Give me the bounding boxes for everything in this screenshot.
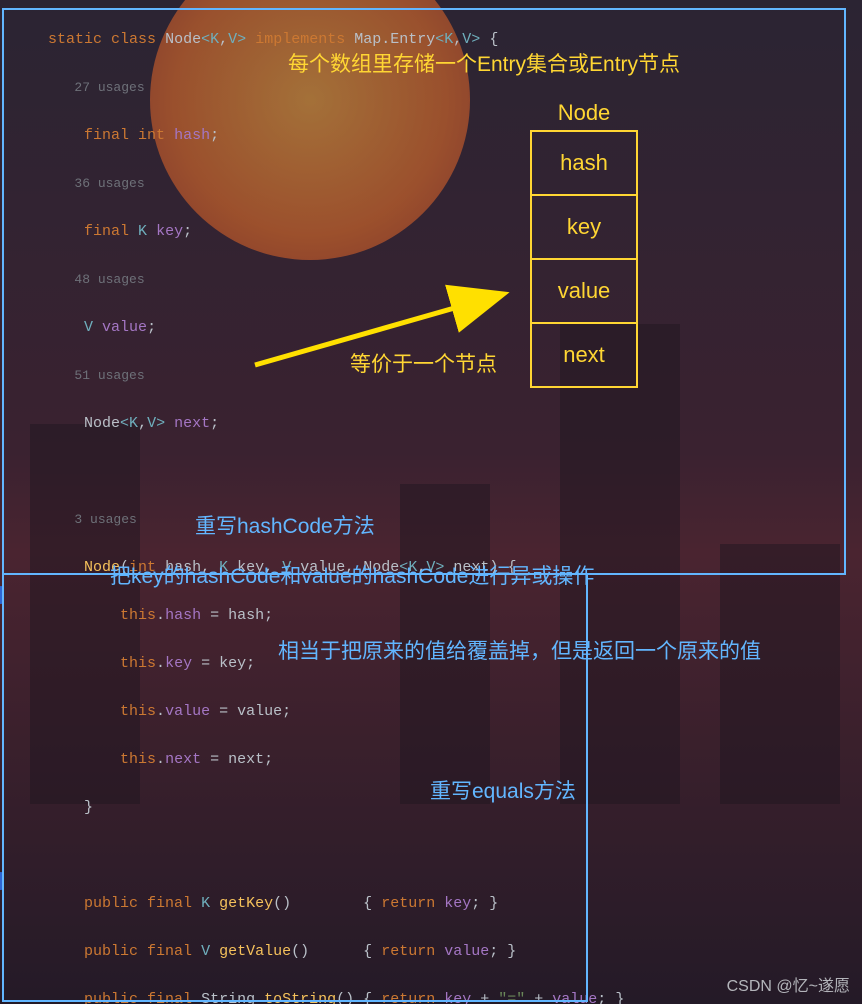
node-cell-key: key bbox=[531, 195, 637, 259]
usages-hint[interactable]: 36 usages bbox=[12, 172, 862, 196]
code-line: public final K getKey() { return key; } bbox=[12, 892, 862, 916]
annotation-equals: 重写equals方法 bbox=[430, 775, 576, 805]
node-struct-diagram: Node hash key value next bbox=[530, 100, 638, 388]
code-editor[interactable]: static class Node<K,V> implements Map.En… bbox=[0, 0, 862, 1004]
node-cell-next: next bbox=[531, 323, 637, 387]
usages-hint[interactable]: 3 usages bbox=[12, 508, 862, 532]
node-title: Node bbox=[530, 100, 638, 126]
annotation-equiv: 等价于一个节点 bbox=[350, 348, 497, 378]
annotation-hashcode: 重写hashCode方法 bbox=[195, 510, 375, 540]
code-line: V value; bbox=[12, 316, 862, 340]
code-line: this.hash = hash; bbox=[12, 604, 862, 628]
code-line: final K key; bbox=[12, 220, 862, 244]
annotation-top: 每个数组里存储一个Entry集合或Entry节点 bbox=[288, 48, 680, 78]
node-cell-value: value bbox=[531, 259, 637, 323]
usages-hint[interactable]: 48 usages bbox=[12, 268, 862, 292]
gutter-hint[interactable] bbox=[0, 586, 4, 604]
code-line: Node<K,V> next; bbox=[12, 412, 862, 436]
code-line: this.value = value; bbox=[12, 700, 862, 724]
code-line: this.next = next; bbox=[12, 748, 862, 772]
watermark: CSDN @忆~遂愿 bbox=[727, 972, 850, 996]
code-line: public final V getValue() { return value… bbox=[12, 940, 862, 964]
node-table: hash key value next bbox=[530, 130, 638, 388]
annotation-xor: 把key的hashCode和value的hashCode进行异或操作 bbox=[110, 560, 594, 590]
usages-hint[interactable]: 27 usages bbox=[12, 76, 862, 100]
code-line: final int hash; bbox=[12, 124, 862, 148]
gutter-hint[interactable] bbox=[0, 872, 4, 890]
node-cell-hash: hash bbox=[531, 131, 637, 195]
annotation-setvalue: 相当于把原来的值给覆盖掉，但是返回一个原来的值 bbox=[278, 635, 761, 665]
